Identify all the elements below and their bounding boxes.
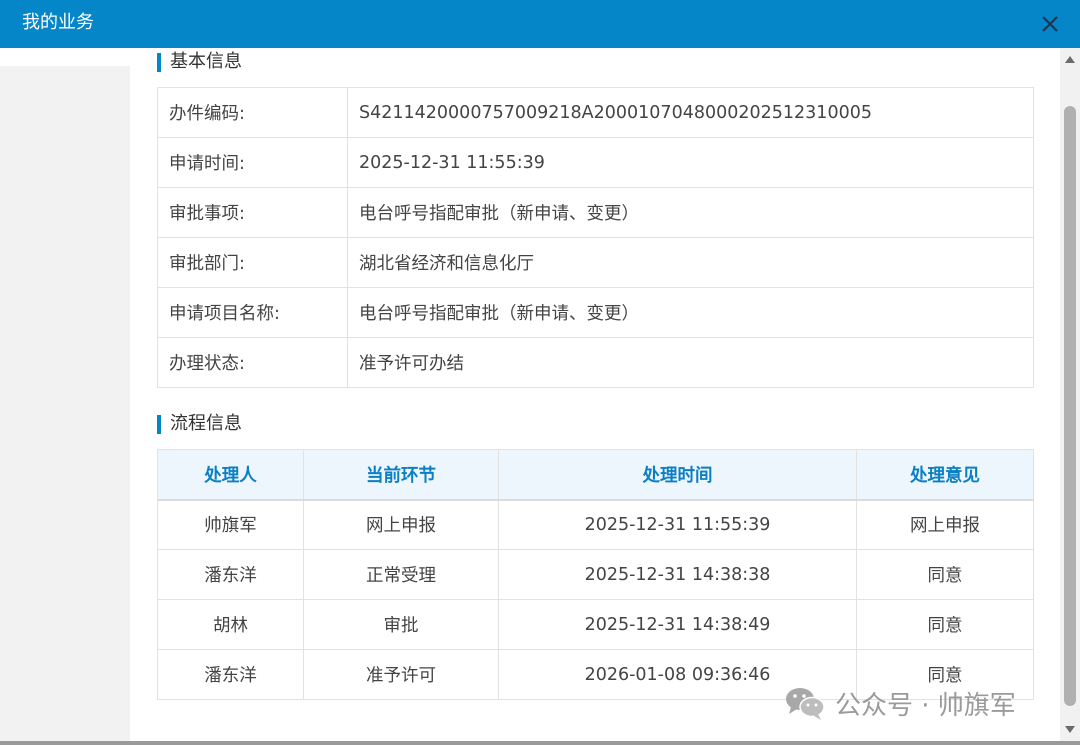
scroll-up-arrow-icon[interactable] [1065,56,1075,63]
info-value: 准予许可办结 [347,337,1034,388]
dialog-content: 基本信息 办件编码: S4211420000757009218A20001070… [130,48,1060,741]
basic-info-table: 办件编码: S4211420000757009218A2000107048000… [157,87,1034,388]
opinion-cell: 同意 [856,549,1034,600]
handler-cell: 潘东洋 [157,549,304,600]
info-row: 办件编码: S4211420000757009218A2000107048000… [157,87,1034,138]
info-label: 办理状态: [157,337,348,388]
handler-cell: 胡林 [157,599,304,650]
info-row: 申请项目名称: 电台呼号指配审批（新申请、变更） [157,287,1034,338]
watermark-text: 公众号 · 帅旗军 [835,690,1016,721]
opinion-cell: 同意 [856,599,1034,650]
time-cell: 2025-12-31 11:55:39 [498,499,857,550]
info-row: 申请时间: 2025-12-31 11:55:39 [157,137,1034,188]
info-label: 审批事项: [157,187,348,238]
info-value: 电台呼号指配审批（新申请、变更） [347,287,1034,338]
column-header: 当前环节 [303,449,499,501]
info-value: 电台呼号指配审批（新申请、变更） [347,187,1034,238]
table-row: 潘东洋 正常受理 2025-12-31 14:38:38 同意 [157,549,1034,600]
dialog-title: 我的业务 [22,12,94,33]
process-table-header: 处理人 当前环节 处理时间 处理意见 [157,449,1034,501]
dialog-titlebar: 我的业务 [0,0,1080,48]
handler-cell: 潘东洋 [157,649,304,700]
left-panel [0,66,130,741]
column-header: 处理人 [157,449,304,501]
wechat-icon [786,688,825,720]
info-value: 2025-12-31 11:55:39 [347,137,1034,188]
time-cell: 2025-12-31 14:38:49 [498,599,857,650]
info-row: 审批部门: 湖北省经济和信息化厅 [157,237,1034,288]
info-row: 审批事项: 电台呼号指配审批（新申请、变更） [157,187,1034,238]
watermark: 公众号 · 帅旗军 [783,683,1016,723]
scrollbar-thumb[interactable] [1064,106,1076,706]
opinion-cell: 网上申报 [856,499,1034,550]
bottom-edge [0,741,1080,745]
step-cell: 网上申报 [303,499,499,550]
step-cell: 审批 [303,599,499,650]
info-row: 办理状态: 准予许可办结 [157,337,1034,388]
step-cell: 正常受理 [303,549,499,600]
info-label: 申请时间: [157,137,348,188]
info-label: 办件编码: [157,87,348,138]
info-label: 审批部门: [157,237,348,288]
handler-cell: 帅旗军 [157,499,304,550]
scroll-down-arrow-icon[interactable] [1065,726,1075,733]
basic-info-heading: 基本信息 [157,51,242,73]
info-value: 湖北省经济和信息化厅 [347,237,1034,288]
table-row: 胡林 审批 2025-12-31 14:38:49 同意 [157,599,1034,650]
info-value: S4211420000757009218A2000107048000202512… [347,87,1034,138]
step-cell: 准予许可 [303,649,499,700]
process-info-heading: 流程信息 [157,413,242,435]
info-label: 申请项目名称: [157,287,348,338]
vertical-scrollbar[interactable] [1060,48,1080,741]
process-table: 处理人 当前环节 处理时间 处理意见 帅旗军 网上申报 2025-12-31 1… [157,449,1034,700]
time-cell: 2025-12-31 14:38:38 [498,549,857,600]
column-header: 处理时间 [498,449,857,501]
column-header: 处理意见 [856,449,1034,501]
table-row: 帅旗军 网上申报 2025-12-31 11:55:39 网上申报 [157,499,1034,550]
close-icon[interactable] [1038,12,1062,36]
